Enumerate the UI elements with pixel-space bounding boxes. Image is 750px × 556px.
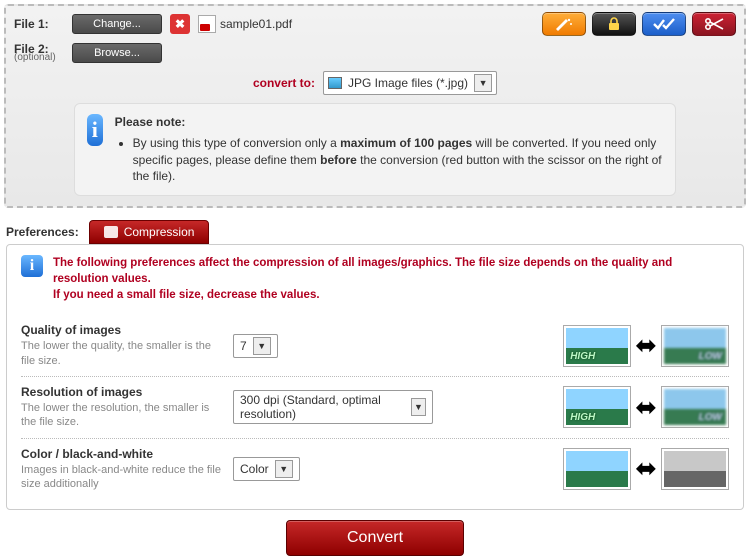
- arrow-both-icon: ⬌: [635, 453, 657, 484]
- note-title: Please note:: [115, 114, 663, 131]
- remove-file-icon[interactable]: ✖: [170, 14, 190, 34]
- quality-preview: HIGH ⬌ LOW: [563, 325, 729, 367]
- preferences-note: i The following preferences affect the c…: [21, 255, 729, 303]
- convert-to-value: JPG Image files (*.jpg): [348, 76, 468, 90]
- change-button[interactable]: Change...: [72, 14, 162, 34]
- quality-title: Quality of images: [21, 323, 221, 337]
- lock-icon: [604, 17, 624, 31]
- chevron-down-icon: ▼: [275, 460, 293, 478]
- thumb-high: HIGH: [563, 386, 631, 428]
- info-icon: i: [21, 255, 43, 277]
- resolution-preview: HIGH ⬌ LOW: [563, 386, 729, 428]
- color-preview: ⬌: [563, 448, 729, 490]
- chevron-down-icon: ▼: [474, 74, 492, 92]
- file2-row: File 2: (optional) Browse...: [14, 42, 736, 63]
- file-toolbar: [542, 12, 736, 36]
- preferences-header: Preferences: Compression: [6, 220, 744, 244]
- chevron-down-icon: ▼: [253, 337, 271, 355]
- jpg-icon: [328, 77, 342, 89]
- arrow-both-icon: ⬌: [635, 392, 657, 423]
- check-icon: [651, 17, 677, 31]
- convert-to-label: convert to:: [253, 76, 315, 90]
- file-upload-panel: File 1: Change... ✖ sample01.pdf File 2:…: [4, 4, 746, 208]
- check-button[interactable]: [642, 12, 686, 36]
- convert-button[interactable]: Convert: [286, 520, 464, 556]
- resolution-title: Resolution of images: [21, 385, 221, 399]
- info-icon: i: [87, 114, 103, 146]
- please-note-box: i Please note: By using this type of con…: [74, 103, 676, 196]
- thumb-low: LOW: [661, 386, 729, 428]
- tab-compression[interactable]: Compression: [89, 220, 210, 244]
- magic-wand-icon: [554, 17, 574, 31]
- file1-label: File 1:: [14, 17, 64, 31]
- quality-row: Quality of images The lower the quality,…: [21, 315, 729, 377]
- preferences-panel: i The following preferences affect the c…: [6, 244, 744, 510]
- pdf-file-indicator: sample01.pdf: [198, 15, 292, 33]
- scissors-icon: [703, 17, 725, 31]
- pdf-icon: [198, 15, 216, 33]
- preferences-label: Preferences:: [6, 225, 79, 239]
- quality-desc: The lower the quality, the smaller is th…: [21, 339, 221, 368]
- convert-button-row: Convert: [0, 520, 750, 556]
- color-select[interactable]: Color ▼: [233, 457, 300, 481]
- quality-select[interactable]: 7 ▼: [233, 334, 278, 358]
- color-desc: Images in black-and-white reduce the fil…: [21, 463, 221, 492]
- color-row: Color / black-and-white Images in black-…: [21, 439, 729, 500]
- convert-to-select[interactable]: JPG Image files (*.jpg) ▼: [323, 71, 497, 95]
- resolution-desc: The lower the resolution, the smaller is…: [21, 401, 221, 430]
- thumb-low: LOW: [661, 325, 729, 367]
- thumb-high: HIGH: [563, 325, 631, 367]
- arrow-both-icon: ⬌: [635, 330, 657, 361]
- chevron-down-icon: ▼: [411, 398, 426, 416]
- resolution-row: Resolution of images The lower the resol…: [21, 377, 729, 439]
- file1-row: File 1: Change... ✖ sample01.pdf: [14, 12, 736, 36]
- resolution-select[interactable]: 300 dpi (Standard, optimal resolution) ▼: [233, 390, 433, 424]
- magic-wand-button[interactable]: [542, 12, 586, 36]
- color-title: Color / black-and-white: [21, 447, 221, 461]
- note-text: By using this type of conversion only a …: [133, 135, 663, 185]
- filename: sample01.pdf: [220, 17, 292, 31]
- scissors-button[interactable]: [692, 12, 736, 36]
- thumb-color: [563, 448, 631, 490]
- thumb-bw: [661, 448, 729, 490]
- lock-button[interactable]: [592, 12, 636, 36]
- browse-button[interactable]: Browse...: [72, 43, 162, 63]
- compression-icon: [104, 226, 118, 238]
- file2-optional-label: (optional): [14, 52, 64, 63]
- convert-to-row: convert to: JPG Image files (*.jpg) ▼: [14, 71, 736, 95]
